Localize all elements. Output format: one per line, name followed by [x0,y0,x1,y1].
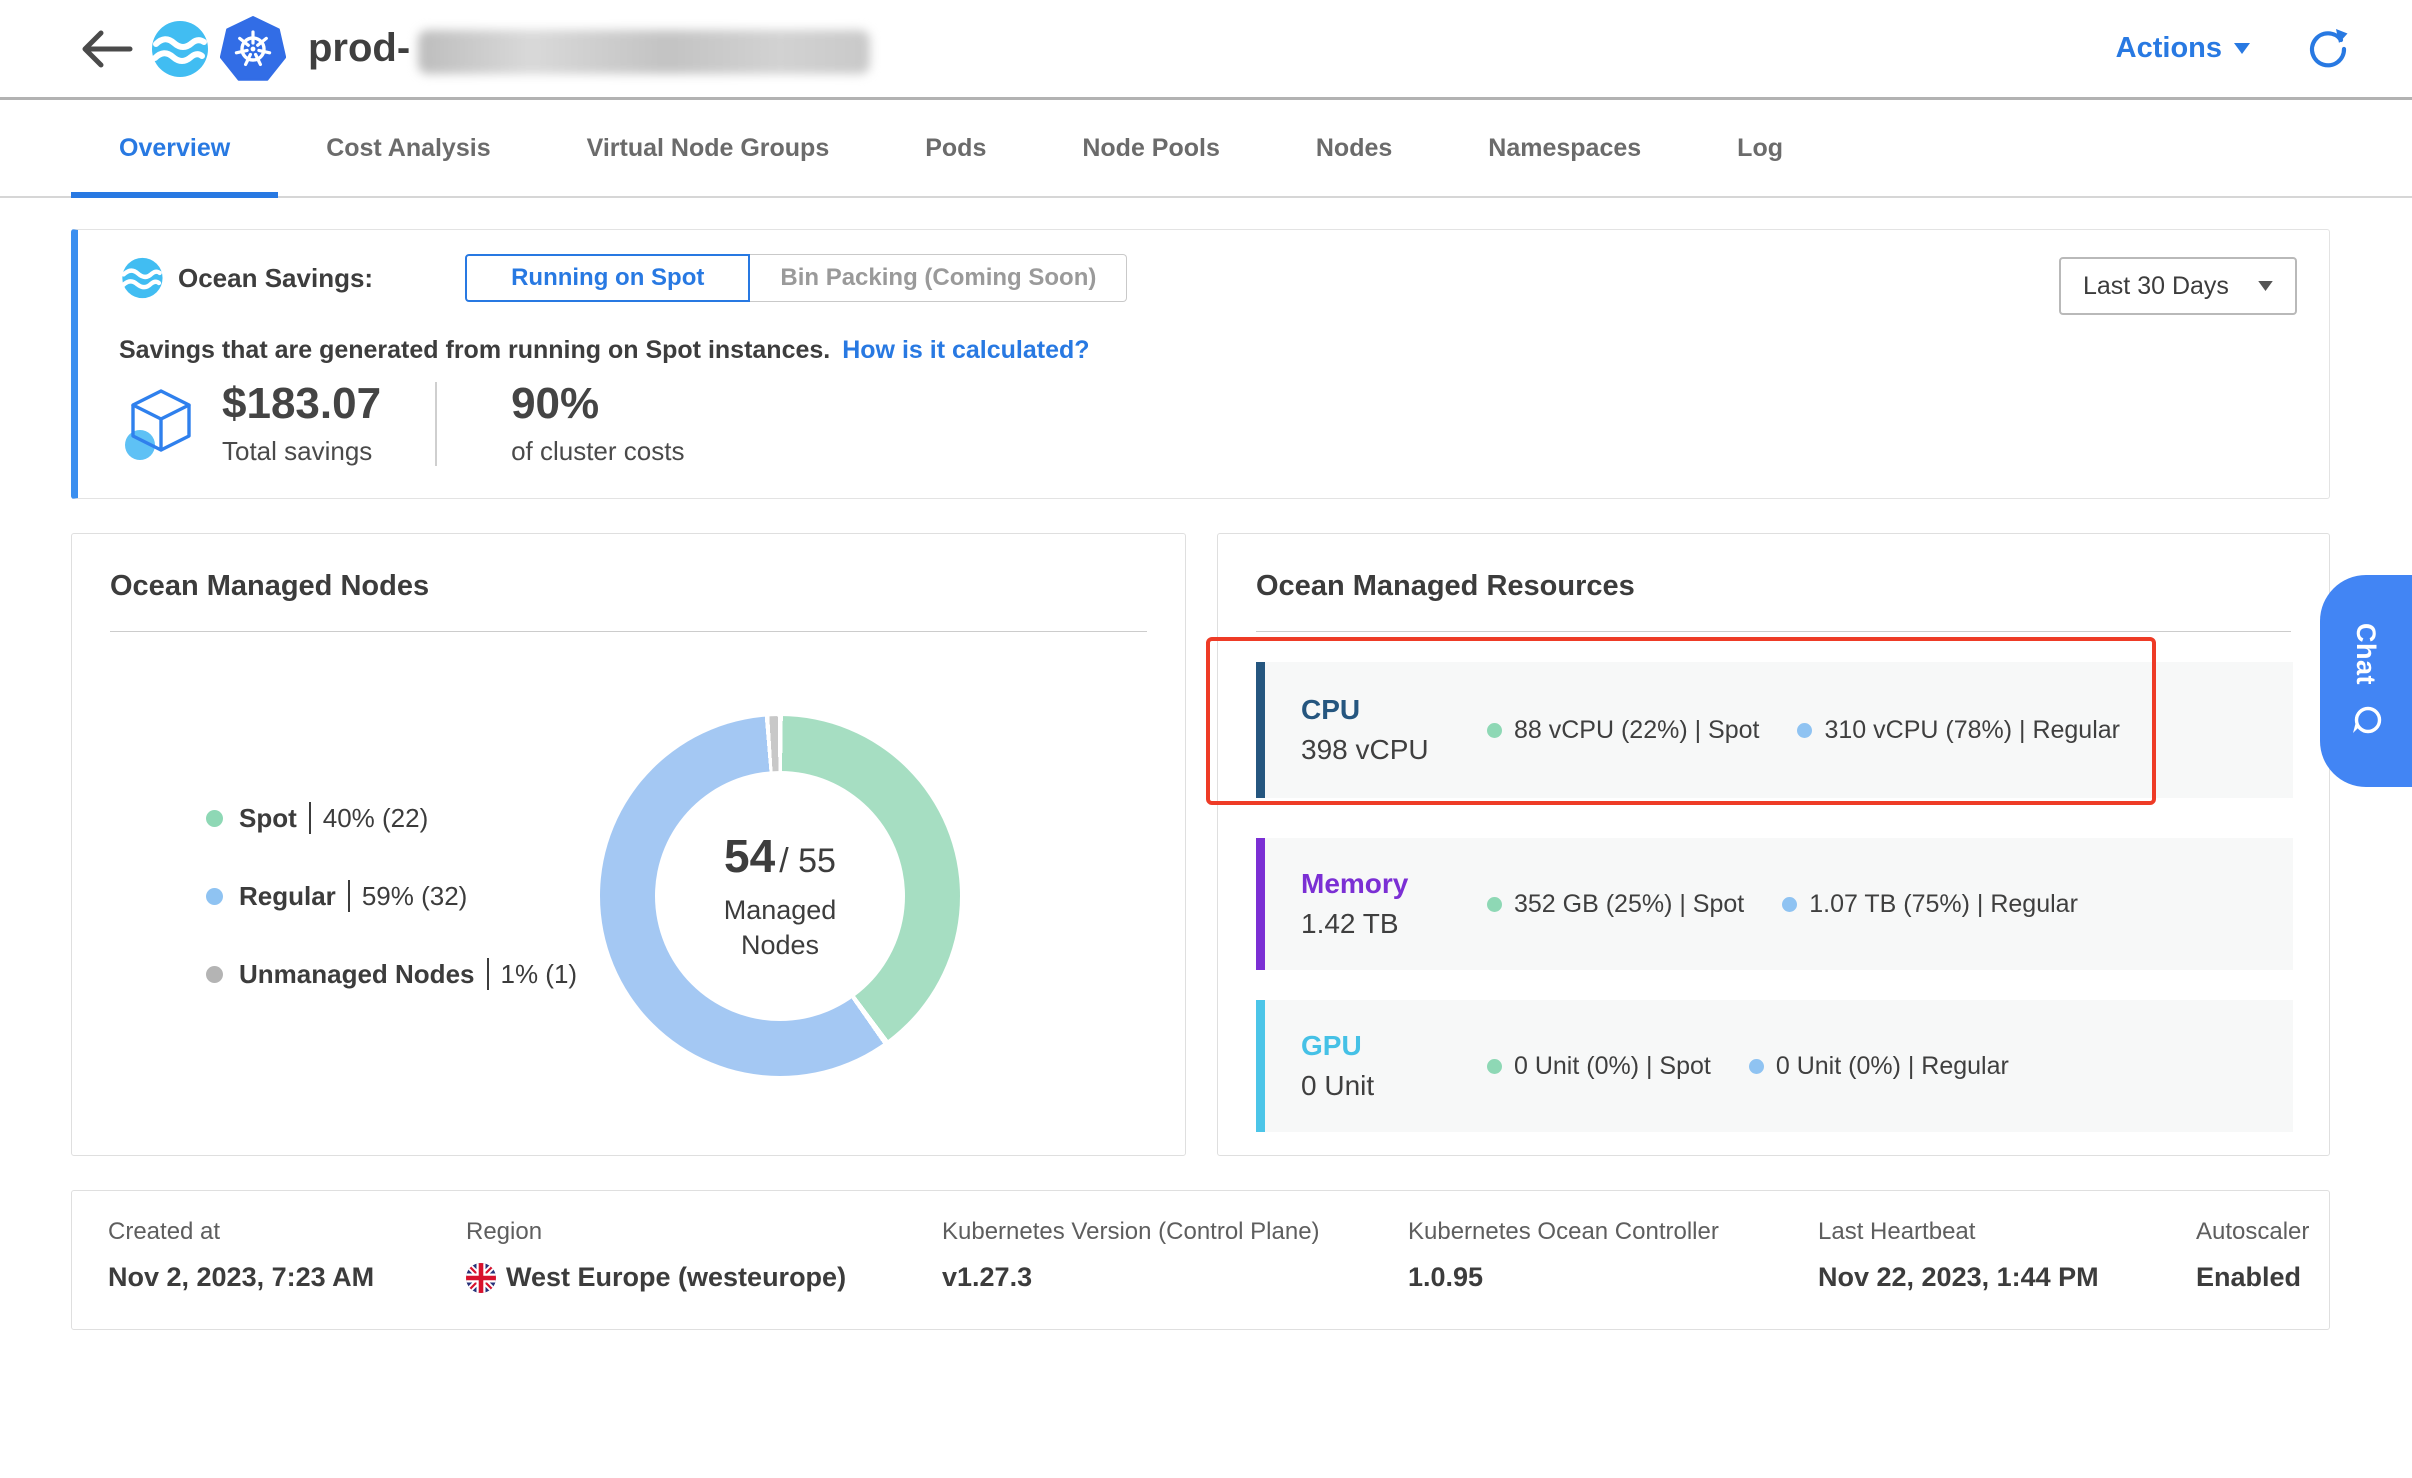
meta-autoscaler: Autoscaler Enabled [2196,1218,2309,1302]
spot-dot-icon [1487,1059,1502,1074]
tab-log[interactable]: Log [1689,100,1831,196]
tab-namespaces[interactable]: Namespaces [1440,100,1689,196]
donut-caption: Managed Nodes [700,893,860,963]
cluster-meta-bar: Created at Nov 2, 2023, 7:23 AM Region W… [71,1190,2330,1330]
spot-dot-icon [206,810,223,827]
cpu-label: CPU [1301,694,1487,726]
savings-title: Ocean Savings: [178,263,373,294]
back-arrow-icon [80,29,134,69]
resources-panel-title: Ocean Managed Resources [1218,534,2329,603]
tab-virtual-node-groups[interactable]: Virtual Node Groups [539,100,878,196]
ocean-cluster-overview-page: prod- Actions Overview Cost Analysis Vir… [0,0,2412,1478]
divider [487,958,489,990]
spot-dot-icon [1487,897,1502,912]
cluster-title: prod- [308,26,410,71]
ocean-savings-panel: Ocean Savings: Running on Spot Bin Packi… [71,229,2330,499]
chevron-down-icon [2234,43,2250,54]
tab-bar: Overview Cost Analysis Virtual Node Grou… [0,100,2412,198]
divider [309,802,311,834]
cpu-spot-detail: 88 vCPU (22%) | Spot [1487,716,1759,745]
savings-cube-icon [120,382,202,466]
cpu-regular-detail: 310 vCPU (78%) | Regular [1797,716,2120,745]
meta-kubernetes-version: Kubernetes Version (Control Plane) v1.27… [942,1218,1408,1302]
cluster-cost-percent: 90% [511,380,684,428]
total-savings-value: $183.07 [222,380,381,428]
resource-row-memory: Memory 1.42 TB 352 GB (25%) | Spot 1.07 … [1256,838,2293,970]
chevron-down-icon [2258,281,2273,291]
kubernetes-logo-icon [220,16,286,82]
regular-dot-icon [1749,1059,1764,1074]
redacted-cluster-name [418,30,870,74]
ocean-managed-nodes-panel: Ocean Managed Nodes Spot 40% (22) Regula… [71,533,1186,1156]
total-count: / 55 [779,842,836,881]
divider [110,631,1147,632]
gpu-label: GPU [1301,1030,1487,1062]
gpu-spot-detail: 0 Unit (0%) | Spot [1487,1052,1711,1081]
savings-description: Savings that are generated from running … [119,336,1090,365]
unmanaged-dot-icon [206,966,223,983]
managed-count: 54 [724,829,775,883]
tab-cost-analysis[interactable]: Cost Analysis [278,100,538,196]
meta-last-heartbeat: Last Heartbeat Nov 22, 2023, 1:44 PM [1818,1218,2196,1302]
meta-created-at: Created at Nov 2, 2023, 7:23 AM [108,1218,466,1302]
how-calculated-link[interactable]: How is it calculated? [842,336,1089,364]
divider [435,382,437,466]
cpu-total-value: 398 vCPU [1301,734,1487,766]
meta-ocean-controller: Kubernetes Ocean Controller 1.0.95 [1408,1218,1818,1302]
actions-label: Actions [2116,32,2222,65]
ocean-savings-icon [118,255,164,301]
nodes-legend: Spot 40% (22) Regular 59% (32) Unmanaged… [206,802,577,1036]
managed-nodes-donut-chart: 54 / 55 Managed Nodes [600,716,960,1076]
gpu-total-value: 0 Unit [1301,1070,1487,1102]
regular-dot-icon [1797,723,1812,738]
legend-item-unmanaged: Unmanaged Nodes 1% (1) [206,958,577,990]
divider [348,880,350,912]
refresh-button[interactable] [2304,25,2352,73]
memory-spot-detail: 352 GB (25%) | Spot [1487,890,1744,919]
refresh-icon [2306,27,2350,71]
actions-button[interactable]: Actions [2116,32,2250,65]
total-savings-block: $183.07 Total savings [222,380,381,467]
regular-dot-icon [206,888,223,905]
legend-item-spot: Spot 40% (22) [206,802,577,834]
chat-bubble-icon [2348,703,2384,739]
gpu-regular-detail: 0 Unit (0%) | Regular [1749,1052,2009,1081]
donut-center: 54 / 55 Managed Nodes [655,771,905,1021]
nodes-panel-title: Ocean Managed Nodes [72,534,1185,603]
legend-item-regular: Regular 59% (32) [206,880,577,912]
bin-packing-toggle[interactable]: Bin Packing (Coming Soon) [750,254,1127,302]
ocean-managed-resources-panel: Ocean Managed Resources CPU 398 vCPU 88 … [1217,533,2330,1156]
chat-label: Chat [2351,623,2382,685]
savings-toggle-group: Running on Spot Bin Packing (Coming Soon… [465,254,1127,302]
tab-nodes[interactable]: Nodes [1268,100,1440,196]
cluster-cost-label: of cluster costs [511,436,684,467]
ocean-logo-icon [146,17,210,81]
cluster-cost-block: 90% of cluster costs [511,380,684,467]
header: prod- Actions [0,0,2412,100]
regular-dot-icon [1782,897,1797,912]
chat-button[interactable]: Chat [2320,575,2412,787]
tab-pods[interactable]: Pods [877,100,1034,196]
tab-overview[interactable]: Overview [71,100,278,196]
resource-row-cpu: CPU 398 vCPU 88 vCPU (22%) | Spot 310 vC… [1256,662,2293,798]
divider [1256,631,2291,632]
memory-regular-detail: 1.07 TB (75%) | Regular [1782,890,2078,919]
spot-dot-icon [1487,723,1502,738]
total-savings-label: Total savings [222,436,381,467]
back-button[interactable] [78,20,136,78]
resource-row-gpu: GPU 0 Unit 0 Unit (0%) | Spot 0 Unit (0%… [1256,1000,2293,1132]
period-value: Last 30 Days [2083,272,2229,301]
tab-node-pools[interactable]: Node Pools [1034,100,1268,196]
meta-region: Region West Europe (westeurope) [466,1218,942,1302]
memory-label: Memory [1301,868,1487,900]
uk-flag-icon [466,1263,496,1293]
period-dropdown[interactable]: Last 30 Days [2059,257,2297,315]
running-on-spot-toggle[interactable]: Running on Spot [465,254,750,302]
memory-total-value: 1.42 TB [1301,908,1487,940]
